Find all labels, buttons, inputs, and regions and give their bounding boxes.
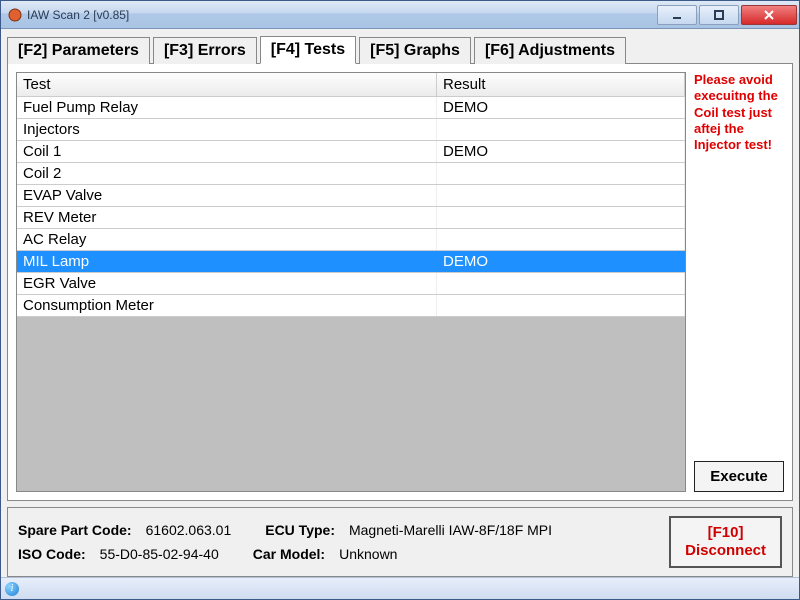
iso-code-label: ISO Code: xyxy=(18,546,86,562)
execute-button[interactable]: Execute xyxy=(694,461,784,492)
tab-tests[interactable]: [F4] Tests xyxy=(260,36,356,64)
table-row[interactable]: Consumption Meter xyxy=(17,295,685,317)
cell-result: DEMO xyxy=(437,97,685,118)
warning-text: Please avoid execuitng the Coil test jus… xyxy=(694,72,784,153)
app-icon xyxy=(7,7,23,23)
table-row[interactable]: Fuel Pump RelayDEMO xyxy=(17,97,685,119)
bottom-bar: i xyxy=(1,577,799,599)
col-header-test[interactable]: Test xyxy=(17,73,437,96)
iso-code-value: 55-D0-85-02-94-40 xyxy=(100,546,219,562)
side-column: Please avoid execuitng the Coil test jus… xyxy=(694,72,784,492)
table-row[interactable]: EGR Valve xyxy=(17,273,685,295)
table-row[interactable]: Coil 1DEMO xyxy=(17,141,685,163)
table-row[interactable]: REV Meter xyxy=(17,207,685,229)
car-model-value: Unknown xyxy=(339,546,397,562)
tab-parameters[interactable]: [F2] Parameters xyxy=(7,37,150,64)
ecu-type-value: Magneti-Marelli IAW-8F/18F MPI xyxy=(349,522,552,538)
cell-result xyxy=(437,207,685,228)
car-model-label: Car Model: xyxy=(253,546,325,562)
cell-result xyxy=(437,163,685,184)
cell-test: EVAP Valve xyxy=(17,185,437,206)
cell-test: Consumption Meter xyxy=(17,295,437,316)
disconnect-button[interactable]: [F10] Disconnect xyxy=(669,516,782,568)
col-header-result[interactable]: Result xyxy=(437,73,685,96)
table-row[interactable]: AC Relay xyxy=(17,229,685,251)
tab-errors[interactable]: [F3] Errors xyxy=(153,37,257,64)
table-row[interactable]: Injectors xyxy=(17,119,685,141)
cell-result xyxy=(437,185,685,206)
cell-test: REV Meter xyxy=(17,207,437,228)
cell-test: AC Relay xyxy=(17,229,437,250)
table-row[interactable]: Coil 2 xyxy=(17,163,685,185)
tests-table[interactable]: Test Result Fuel Pump RelayDEMOInjectors… xyxy=(16,72,686,492)
cell-result: DEMO xyxy=(437,251,685,272)
client-area: [F2] Parameters [F3] Errors [F4] Tests [… xyxy=(1,29,799,577)
spare-part-value: 61602.063.01 xyxy=(146,522,232,538)
cell-test: Fuel Pump Relay xyxy=(17,97,437,118)
disconnect-line1: [F10] xyxy=(685,524,766,542)
maximize-button[interactable] xyxy=(699,5,739,25)
disconnect-line2: Disconnect xyxy=(685,542,766,560)
status-bar: Spare Part Code: 61602.063.01 ECU Type: … xyxy=(7,507,793,577)
info-icon[interactable]: i xyxy=(5,582,19,596)
table-empty-area xyxy=(17,317,685,491)
tab-strip: [F2] Parameters [F3] Errors [F4] Tests [… xyxy=(7,35,793,63)
titlebar[interactable]: IAW Scan 2 [v0.85] xyxy=(1,1,799,29)
window-controls xyxy=(657,5,797,25)
minimize-button[interactable] xyxy=(657,5,697,25)
ecu-type-label: ECU Type: xyxy=(265,522,335,538)
cell-test: MIL Lamp xyxy=(17,251,437,272)
cell-result: DEMO xyxy=(437,141,685,162)
cell-result xyxy=(437,295,685,316)
tab-adjustments[interactable]: [F6] Adjustments xyxy=(474,37,626,64)
close-button[interactable] xyxy=(741,5,797,25)
table-body: Fuel Pump RelayDEMOInjectorsCoil 1DEMOCo… xyxy=(17,97,685,317)
table-header: Test Result xyxy=(17,73,685,97)
cell-test: Coil 1 xyxy=(17,141,437,162)
cell-test: Injectors xyxy=(17,119,437,140)
app-window: IAW Scan 2 [v0.85] [F2] Parameters [F3] … xyxy=(0,0,800,600)
spare-part-label: Spare Part Code: xyxy=(18,522,132,538)
table-row[interactable]: EVAP Valve xyxy=(17,185,685,207)
table-row[interactable]: MIL LampDEMO xyxy=(17,251,685,273)
cell-result xyxy=(437,273,685,294)
tab-graphs[interactable]: [F5] Graphs xyxy=(359,37,471,64)
cell-result xyxy=(437,119,685,140)
tests-panel: Test Result Fuel Pump RelayDEMOInjectors… xyxy=(7,63,793,501)
window-title: IAW Scan 2 [v0.85] xyxy=(27,8,657,22)
cell-result xyxy=(437,229,685,250)
cell-test: EGR Valve xyxy=(17,273,437,294)
cell-test: Coil 2 xyxy=(17,163,437,184)
